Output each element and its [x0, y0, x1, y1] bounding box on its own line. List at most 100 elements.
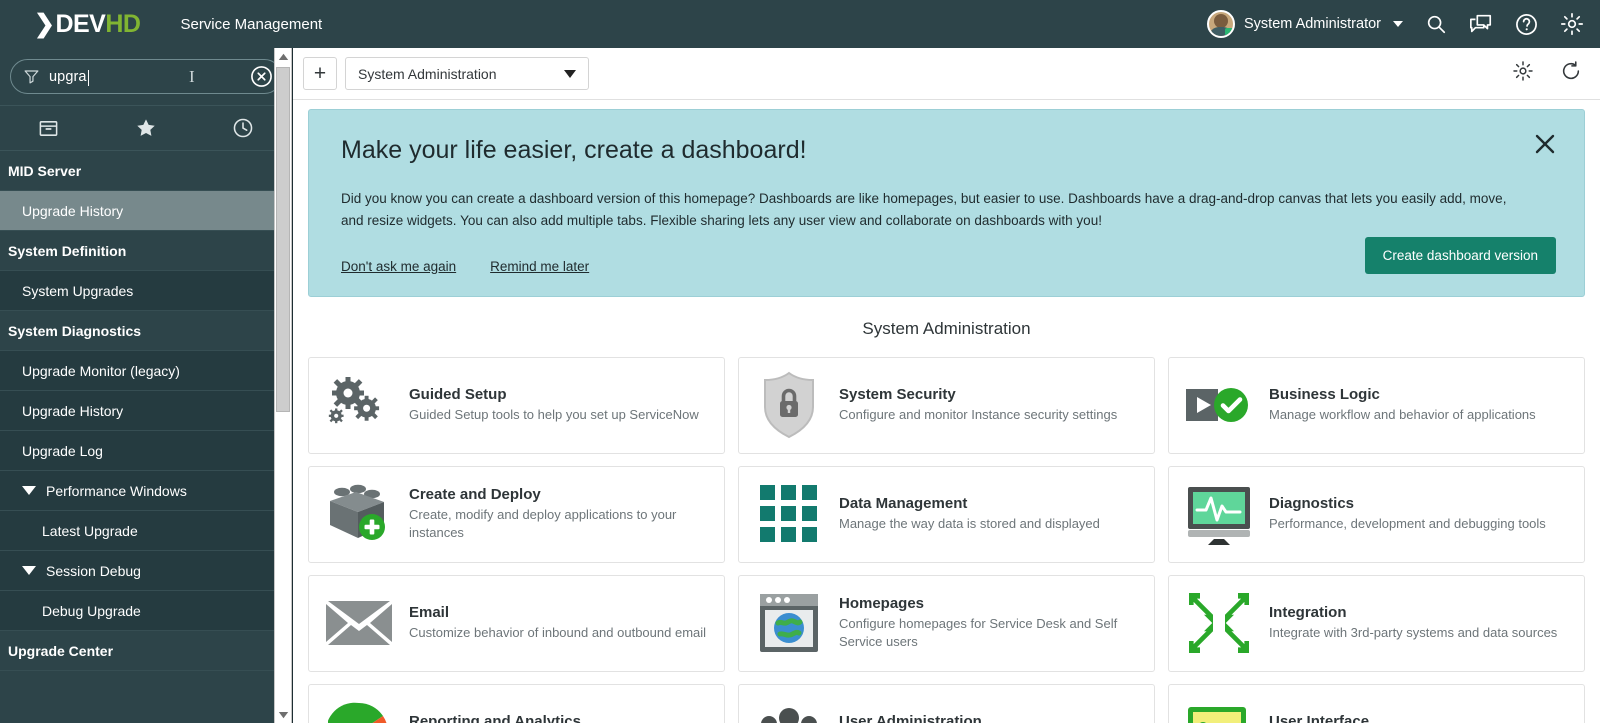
card-title: Email [409, 603, 450, 621]
card-description: Performance, development and debugging t… [1269, 515, 1546, 531]
scroll-down-arrow-icon[interactable] [275, 706, 291, 723]
triangle-down-icon [22, 566, 36, 575]
favorites-tab[interactable] [97, 106, 194, 150]
grid-squares-icon [753, 485, 825, 543]
card-guided-setup[interactable]: Guided Setup Guided Setup tools to help … [308, 356, 725, 454]
pie-chart-icon [323, 701, 395, 723]
card-text: Integration Integrate with 3rd-party sys… [1269, 604, 1557, 642]
card-title: Reporting and Analytics [409, 712, 581, 723]
card-text: System Security Configure and monitor In… [839, 386, 1117, 424]
dont-ask-again-link[interactable]: Don't ask me again [341, 259, 456, 274]
remind-me-later-link[interactable]: Remind me later [490, 259, 589, 274]
card-title: Integration [1269, 603, 1347, 621]
card-text: User Interface Control the look and feel… [1269, 713, 1497, 723]
sidebar-scrollbar[interactable] [274, 48, 292, 723]
refresh-icon[interactable] [1560, 60, 1582, 87]
card-user-administration[interactable]: User Administration Manage users, groups… [738, 683, 1155, 723]
page-select-dropdown[interactable]: System Administration [345, 57, 589, 90]
search-input[interactable]: upgra I [10, 59, 282, 94]
nav-label: Upgrade Log [22, 442, 103, 459]
browser-globe-icon [753, 592, 825, 654]
app-logo[interactable]: ❯ DEV HD [34, 9, 141, 39]
settings-gear-icon[interactable] [1560, 12, 1584, 36]
card-title: Diagnostics [1269, 494, 1355, 512]
card-description: Manage the way data is stored and displa… [839, 515, 1100, 531]
scrollbar-thumb[interactable] [276, 67, 290, 412]
card-reporting-and-analytics[interactable]: Reporting and Analytics Create visual re… [308, 683, 725, 723]
nav-module-debug-upgrade[interactable]: Debug Upgrade [0, 591, 292, 631]
nav-category-mid-server[interactable]: MID Server [0, 151, 292, 191]
card-text: Business Logic Manage workflow and behav… [1269, 386, 1536, 424]
nav-module-upgrade-log[interactable]: Upgrade Log [0, 431, 292, 471]
scroll-up-arrow-icon[interactable] [275, 48, 291, 65]
navigation-list: MID Server Upgrade History System Defini… [0, 151, 292, 723]
card-title: User Interface [1269, 712, 1370, 723]
nav-label: Upgrade Monitor (legacy) [22, 362, 180, 379]
card-title: Create and Deploy [409, 485, 541, 503]
monitor-pulse-icon [1183, 483, 1255, 546]
card-description: Create, modify and deploy applications t… [409, 506, 677, 541]
gear-icon[interactable] [1512, 60, 1534, 87]
building-blocks-icon [323, 483, 395, 545]
nav-category-upgrade-center[interactable]: Upgrade Center [0, 631, 292, 671]
nav-module-upgrade-monitor-legacy[interactable]: Upgrade Monitor (legacy) [0, 351, 292, 391]
card-title: User Administration [839, 712, 982, 723]
nav-label: Session Debug [46, 562, 141, 579]
dashboard-promo-banner: Make your life easier, create a dashboar… [308, 109, 1585, 297]
nav-category-system-definition[interactable]: System Definition [0, 231, 292, 271]
conversations-icon[interactable] [1469, 13, 1493, 35]
card-data-management[interactable]: Data Management Manage the way data is s… [738, 465, 1155, 563]
card-description: Configure homepages for Service Desk and… [839, 615, 1118, 650]
card-title: Data Management [839, 494, 968, 512]
shield-lock-icon [753, 371, 825, 439]
card-business-logic[interactable]: Business Logic Manage workflow and behav… [1168, 356, 1585, 454]
nav-module-system-upgrades[interactable]: System Upgrades [0, 271, 292, 311]
card-email[interactable]: Email Customize behavior of inbound and … [308, 574, 725, 672]
close-icon[interactable] [1532, 131, 1558, 157]
card-description: Manage workflow and behavior of applicat… [1269, 406, 1536, 422]
card-integration[interactable]: Integration Integrate with 3rd-party sys… [1168, 574, 1585, 672]
card-title: Guided Setup [409, 385, 507, 403]
nav-category-system-diagnostics[interactable]: System Diagnostics [0, 311, 292, 351]
nav-module-latest-upgrade[interactable]: Latest Upgrade [0, 511, 292, 551]
nav-label: Debug Upgrade [42, 602, 141, 619]
search-icon[interactable] [1425, 13, 1447, 35]
user-name-label: System Administrator [1244, 16, 1381, 32]
card-homepages[interactable]: Homepages Configure homepages for Servic… [738, 574, 1155, 672]
envelope-icon [323, 597, 395, 649]
card-diagnostics[interactable]: Diagnostics Performance, development and… [1168, 465, 1585, 563]
card-text: Email Customize behavior of inbound and … [409, 604, 706, 642]
logo-chevron-icon: ❯ [34, 10, 55, 38]
content-scroll-area: Make your life easier, create a dashboar… [293, 100, 1600, 723]
app-title: Service Management [180, 15, 323, 33]
nav-module-upgrade-history-selected[interactable]: Upgrade History [0, 191, 292, 231]
card-text: Data Management Manage the way data is s… [839, 495, 1100, 533]
nav-module-upgrade-history[interactable]: Upgrade History [0, 391, 292, 431]
nav-group-session-debug[interactable]: Session Debug [0, 551, 292, 591]
logo-text-hd: HD [105, 9, 141, 38]
nav-label: System Upgrades [22, 282, 134, 299]
nav-group-performance-windows[interactable]: Performance Windows [0, 471, 292, 511]
play-check-icon [1183, 384, 1255, 426]
card-system-security[interactable]: System Security Configure and monitor In… [738, 356, 1155, 454]
nav-label: Upgrade History [22, 202, 124, 219]
all-applications-tab[interactable] [0, 106, 97, 150]
top-header-bar: ❯ DEV HD Service Management System Adminis… [0, 0, 1600, 48]
card-user-interface[interactable]: User Interface Control the look and feel… [1168, 683, 1585, 723]
toolbar-actions [1512, 60, 1582, 87]
clear-search-icon[interactable] [250, 65, 273, 88]
card-text: Guided Setup Guided Setup tools to help … [409, 386, 699, 424]
card-text: Diagnostics Performance, development and… [1269, 495, 1546, 533]
add-tab-button[interactable]: + [303, 57, 337, 90]
card-title: System Security [839, 385, 956, 403]
card-title: Homepages [839, 594, 925, 612]
card-text: Homepages Configure homepages for Servic… [839, 595, 1140, 652]
banner-body: Did you know you can create a dashboard … [341, 191, 1507, 229]
nav-label: Performance Windows [46, 482, 187, 499]
user-menu[interactable]: System Administrator [1207, 10, 1403, 38]
help-icon[interactable] [1515, 13, 1538, 36]
card-create-and-deploy[interactable]: Create and Deploy Create, modify and dep… [308, 465, 725, 563]
filter-navigator-row: upgra I [0, 48, 292, 105]
nav-label: MID Server [8, 162, 82, 179]
create-dashboard-button[interactable]: Create dashboard version [1364, 236, 1556, 274]
